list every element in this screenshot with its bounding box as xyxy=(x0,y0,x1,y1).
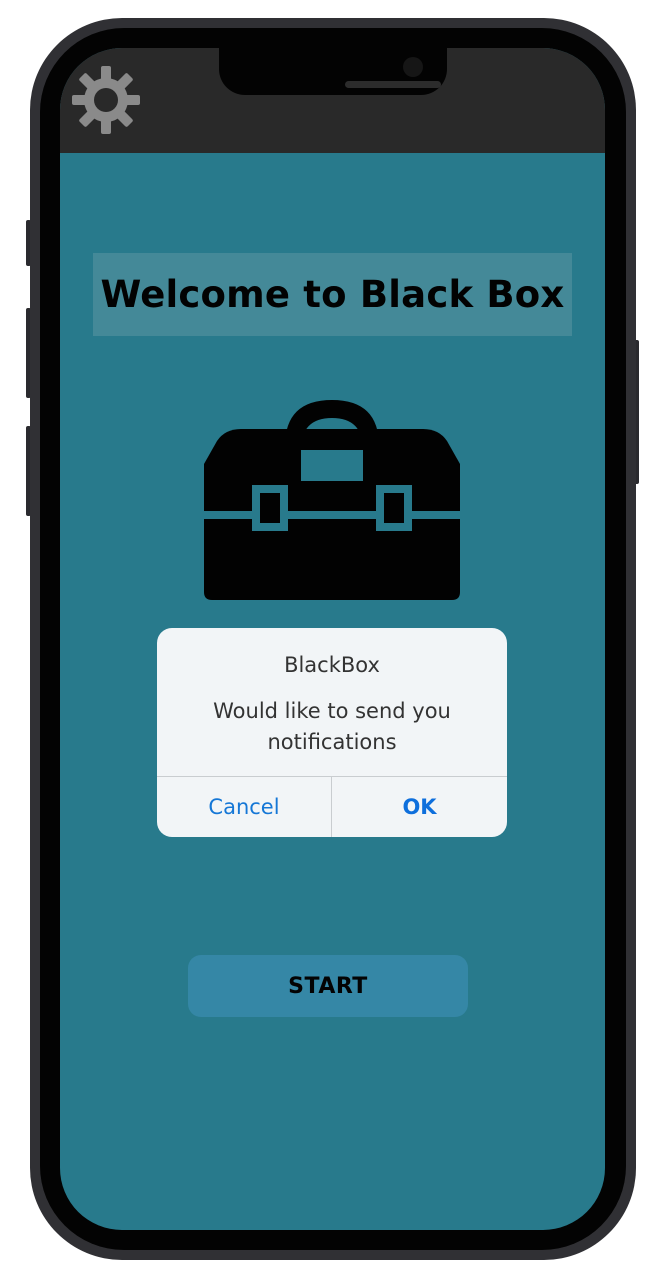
alert-message: Would like to send you notifications xyxy=(213,699,451,754)
status-bar xyxy=(60,48,605,153)
settings-button[interactable] xyxy=(68,62,144,138)
notification-permission-alert: BlackBox Would like to send you notifica… xyxy=(157,628,507,837)
earpiece-speaker xyxy=(345,81,441,88)
alert-title: BlackBox xyxy=(284,653,380,677)
toolbox-icon xyxy=(203,396,461,602)
cancel-button[interactable]: Cancel xyxy=(157,777,331,837)
title-banner: Welcome to Black Box xyxy=(93,253,572,336)
page-title: Welcome to Black Box xyxy=(100,273,565,316)
gear-icon xyxy=(72,66,140,134)
canvas: Welcome to Black Box BlackBox Would like… xyxy=(0,0,667,1277)
start-button[interactable]: START xyxy=(188,955,468,1017)
phone-screen: Welcome to Black Box BlackBox Would like… xyxy=(60,48,605,1230)
front-camera xyxy=(403,57,423,77)
start-button-label: START xyxy=(288,973,368,999)
ok-button[interactable]: OK xyxy=(332,777,507,837)
